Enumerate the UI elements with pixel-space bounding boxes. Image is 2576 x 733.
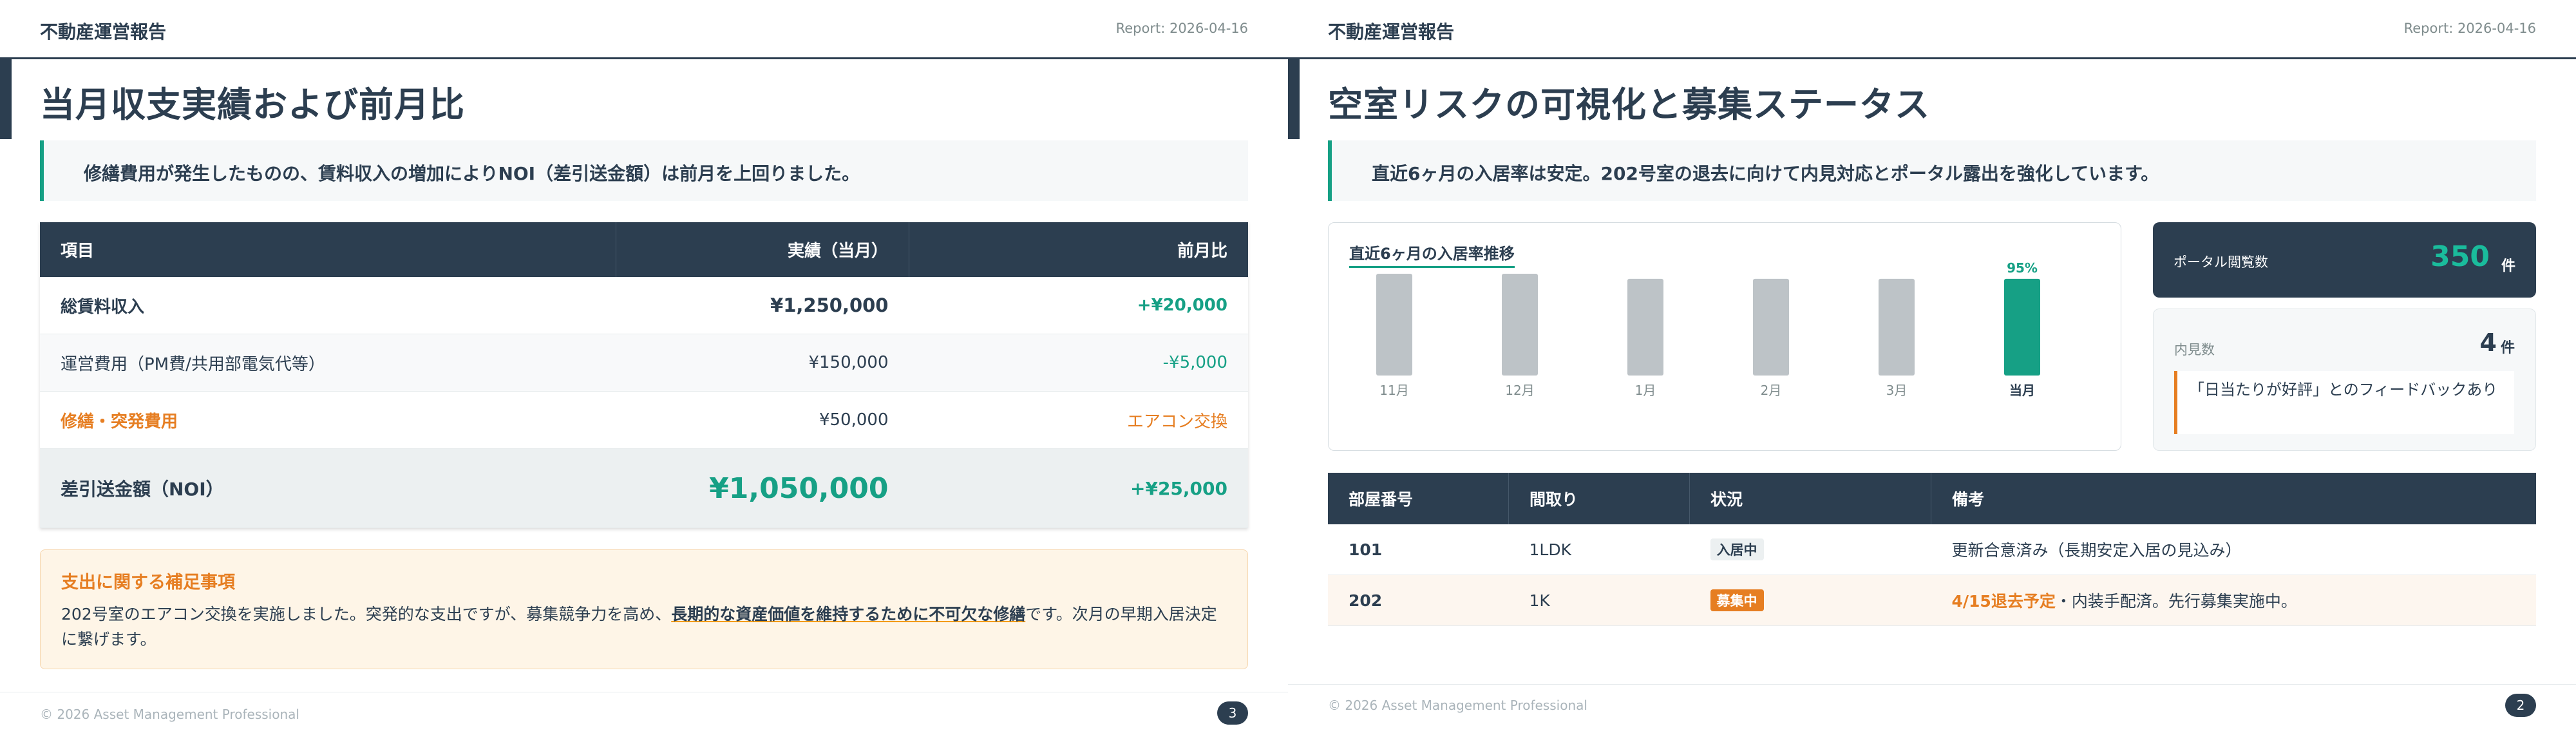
footer-copyright: © 2026 Asset Management Professional — [1328, 698, 1587, 713]
viewings-card: 内見数 4 件 「日当たりが好評」とのフィードバックあり — [2153, 309, 2536, 451]
room-remarks: 更新合意済み（長期安定入居の見込み） — [1931, 524, 2536, 575]
row-item: 修繕・突発費用 — [40, 391, 616, 449]
row-item: 運営費用（PM費/共用部電気代等） — [40, 334, 616, 392]
row-diff: +¥25,000 — [909, 448, 1248, 528]
remarks-highlight: 4/15退去予定 — [1951, 592, 2056, 611]
table-row: 運営費用（PM費/共用部電気代等） ¥150,000 -¥5,000 — [40, 334, 1248, 392]
remarks-text: 更新合意済み（長期安定入居の見込み） — [1951, 541, 2242, 560]
occupancy-bar-chart: 11月 12月 1月 2月 3月 当月 95% — [1376, 260, 2040, 398]
report-title: 不動産運営報告 — [1328, 21, 1455, 43]
page-number: 2 — [2505, 694, 2536, 717]
x-tick-label: 2月 — [1761, 383, 1782, 398]
expense-note-box: 支出に関する補足事項 202号室のエアコン交換を実施しました。突発的な支出ですが… — [40, 549, 1248, 669]
x-tick-label: 3月 — [1886, 383, 1908, 398]
footer-copyright: © 2026 Asset Management Professional — [40, 707, 299, 722]
col-header-item: 項目 — [40, 222, 616, 277]
room-remarks: 4/15退去予定・内装手配済。先行募集実施中。 — [1931, 575, 2536, 626]
col-header-actual: 実績（当月） — [616, 222, 909, 277]
slide-vacancy-report: 不動産運営報告 Report: 2026-04-16 空室リスクの可視化と募集ス… — [1288, 0, 2576, 733]
portal-views-card: ポータル閲覧数 350 件 — [2153, 222, 2536, 298]
data-label: 95% — [2007, 260, 2038, 276]
status-badge: 募集中 — [1710, 589, 1764, 611]
x-tick-label: 12月 — [1505, 383, 1534, 398]
row-diff: +¥20,000 — [909, 277, 1248, 334]
report-date: Report: 2026-04-16 — [2403, 21, 2536, 36]
table-row: 修繕・突発費用 ¥50,000 エアコン交換 — [40, 391, 1248, 449]
x-tick-label: 1月 — [1635, 383, 1656, 398]
slide-title: 空室リスクの可視化と募集ステータス — [1328, 84, 1930, 125]
row-item: 差引送金額（NOI） — [40, 448, 616, 528]
table-header-row: 項目 実績（当月） 前月比 — [40, 222, 1248, 277]
key-message-text: 修繕費用が発生したものの、賃料収入の増加によりNOI（差引送金額）は前月を上回り… — [84, 163, 860, 184]
portal-views-value: 350 — [2430, 240, 2490, 273]
room-status-cell: 入居中 — [1689, 524, 1931, 575]
room-number: 101 — [1328, 524, 1509, 575]
x-tick-label: 当月 — [2009, 383, 2035, 398]
bar-1月 — [1627, 278, 1663, 376]
slide-income-report: 不動産運営報告 Report: 2026-04-16 当月収支実績および前月比 … — [0, 0, 1288, 733]
x-tick-label: 11月 — [1379, 383, 1408, 398]
col-header-diff: 前月比 — [909, 222, 1248, 277]
room-number: 202 — [1328, 575, 1509, 626]
room-status-cell: 募集中 — [1689, 575, 1931, 626]
note-title: 支出に関する補足事項 — [61, 573, 235, 593]
col-header-remarks: 備考 — [1931, 473, 2536, 524]
row-diff: エアコン交換 — [909, 391, 1248, 449]
status-badge: 入居中 — [1710, 538, 1764, 560]
note-highlight: 長期的な資産価値を維持するために不可欠な修繕 — [671, 605, 1026, 624]
table-header-row: 部屋番号 間取り 状況 備考 — [1328, 473, 2536, 524]
report-title: 不動産運営報告 — [40, 21, 167, 43]
feedback-quote: 「日当たりが好評」とのフィードバックあり — [2174, 371, 2514, 434]
income-table: 項目 実績（当月） 前月比 総賃料収入 ¥1,250,000 +¥20,000 … — [40, 222, 1248, 528]
bar-2月 — [1753, 278, 1789, 376]
occupancy-chart-card: 直近6ヶ月の入居率推移 11月 12月 1月 2月 3月 当月 95% — [1328, 222, 2121, 451]
col-header-status: 状況 — [1689, 473, 1931, 524]
key-message-text: 直近6ヶ月の入居率は安定。202号室の退去に向けて内見対応とポータル露出を強化し… — [1372, 163, 2159, 184]
viewings-value: 4 — [2479, 328, 2497, 357]
table-row: 101 1LDK 入居中 更新合意済み（長期安定入居の見込み） — [1328, 524, 2536, 575]
slide-footer: © 2026 Asset Management Professional 3 — [0, 692, 1288, 733]
table-row: 202 1K 募集中 4/15退去予定・内装手配済。先行募集実施中。 — [1328, 575, 2536, 626]
portal-views-label: ポータル閲覧数 — [2174, 254, 2268, 270]
viewings-label: 内見数 — [2174, 342, 2215, 357]
title-accent-bar — [1288, 59, 1300, 139]
table-row-noi: 差引送金額（NOI） ¥1,050,000 +¥25,000 — [40, 448, 1248, 528]
page-number: 3 — [1217, 701, 1248, 725]
room-layout: 1LDK — [1508, 524, 1690, 575]
row-actual: ¥50,000 — [616, 391, 909, 449]
row-actual: ¥150,000 — [616, 334, 909, 392]
col-header-room: 部屋番号 — [1328, 473, 1509, 524]
room-status-table: 部屋番号 間取り 状況 備考 101 1LDK 入居中 更新合意済み（長期安定入… — [1328, 473, 2536, 626]
slide-footer: © 2026 Asset Management Professional 2 — [1288, 684, 2576, 733]
slide-header: 不動産運営報告 Report: 2026-04-16 — [1288, 0, 2576, 59]
row-actual: ¥1,250,000 — [616, 277, 909, 334]
note-text: 202号室のエアコン交換を実施しました。突発的な支出ですが、募集競争力を高め、 — [61, 605, 672, 624]
viewings-unit: 件 — [2500, 340, 2515, 356]
bar-3月 — [1879, 278, 1915, 376]
key-message: 修繕費用が発生したものの、賃料収入の増加によりNOI（差引送金額）は前月を上回り… — [40, 140, 1248, 201]
key-message: 直近6ヶ月の入居率は安定。202号室の退去に向けて内見対応とポータル露出を強化し… — [1328, 140, 2536, 201]
remarks-text: ・内装手配済。先行募集実施中。 — [2055, 592, 2297, 611]
slide-title: 当月収支実績および前月比 — [40, 84, 465, 125]
bar-12月 — [1502, 274, 1538, 376]
row-diff: -¥5,000 — [909, 334, 1248, 392]
note-body: 202号室のエアコン交換を実施しました。突発的な支出ですが、募集競争力を高め、長… — [61, 602, 1220, 652]
col-header-layout: 間取り — [1508, 473, 1690, 524]
row-item: 総賃料収入 — [40, 277, 616, 334]
portal-views-unit: 件 — [2501, 258, 2515, 274]
report-date: Report: 2026-04-16 — [1115, 21, 1248, 36]
row-actual: ¥1,050,000 — [616, 448, 909, 528]
bar-11月 — [1376, 274, 1412, 376]
table-row: 総賃料収入 ¥1,250,000 +¥20,000 — [40, 277, 1248, 334]
bar-当月 — [2004, 278, 2040, 376]
title-accent-bar — [0, 59, 12, 139]
slide-header: 不動産運営報告 Report: 2026-04-16 — [0, 0, 1288, 59]
room-layout: 1K — [1508, 575, 1690, 626]
